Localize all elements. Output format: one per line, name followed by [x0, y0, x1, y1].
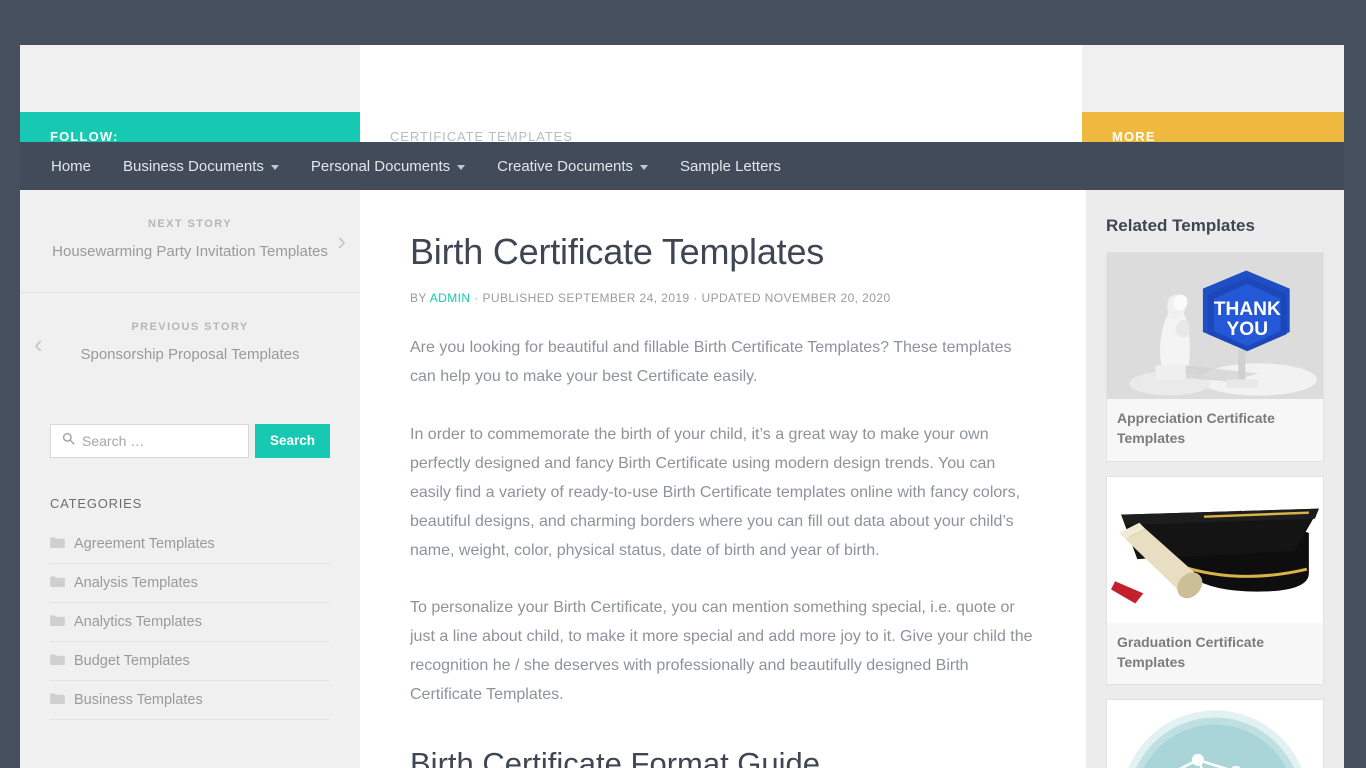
nav-label: Personal Documents — [310, 157, 451, 175]
nav-item-creative-documents[interactable]: Creative Documents — [481, 142, 664, 190]
related-card-caption: Appreciation Certificate Templates — [1117, 410, 1275, 447]
meta-by: BY — [410, 291, 430, 306]
nav-item-business-documents[interactable]: Business Documents — [107, 142, 295, 190]
content-columns: NEXT STORY Housewarming Party Invitation… — [20, 190, 1344, 768]
category-item-analytics-templates[interactable]: Analytics Templates — [50, 603, 330, 642]
categories-list: Agreement Templates Analysis Templates A… — [20, 525, 360, 720]
main-navigation: Home Business Documents Personal Documen… — [20, 142, 1344, 190]
left-sidebar: NEXT STORY Housewarming Party Invitation… — [20, 190, 360, 768]
previous-story-title: Sponsorship Proposal Templates — [80, 346, 300, 364]
previous-story-link[interactable]: PREVIOUS STORY Sponsorship Proposal Temp… — [20, 292, 360, 395]
page-frame: FOLLOW: CERTIFICATE TEMPLATES MORE Home … — [20, 45, 1344, 768]
next-story-link[interactable]: NEXT STORY Housewarming Party Invitation… — [20, 190, 360, 292]
nav-item-personal-documents[interactable]: Personal Documents — [295, 142, 481, 190]
folder-icon — [50, 614, 65, 630]
folder-icon — [50, 536, 65, 552]
nav-item-sample-letters[interactable]: Sample Letters — [664, 142, 797, 190]
graduation-cap-icon — [1107, 476, 1323, 623]
article: Birth Certificate Templates BY ADMIN · P… — [360, 190, 1086, 768]
chevron-left-icon: ‹ — [34, 329, 43, 360]
category-label: Business Templates — [74, 691, 203, 708]
category-label: Analytics Templates — [74, 613, 202, 630]
article-paragraph: To personalize your Birth Certificate, y… — [410, 599, 1033, 704]
folder-icon — [50, 575, 65, 591]
thank-you-sign-icon: THANK YOU — [1107, 253, 1323, 399]
nav-label: Home — [51, 157, 92, 175]
article-paragraph: In order to commemorate the birth of you… — [410, 425, 1021, 559]
search-form: Search — [20, 396, 360, 458]
search-box[interactable] — [50, 423, 249, 458]
related-card-graduation[interactable]: Graduation Certificate Templates — [1106, 475, 1324, 686]
nav-label: Sample Letters — [680, 157, 781, 175]
nav-label: Business Documents — [123, 157, 264, 175]
related-card-network[interactable] — [1106, 699, 1324, 768]
screen: FOLLOW: CERTIFICATE TEMPLATES MORE Home … — [0, 0, 1366, 768]
search-button[interactable]: Search — [254, 423, 330, 458]
nav-label: Creative Documents — [497, 157, 634, 175]
folder-icon — [50, 692, 65, 708]
nav-item-home[interactable]: Home — [20, 142, 107, 190]
chevron-down-icon — [270, 164, 279, 170]
related-card-appreciation[interactable]: THANK YOU Appreciation Certificate Templ… — [1106, 252, 1324, 462]
related-templates-heading: Related Templates — [1106, 216, 1255, 235]
main-content: Birth Certificate Templates BY ADMIN · P… — [360, 190, 1086, 768]
chevron-down-icon — [457, 164, 466, 170]
chevron-down-icon — [640, 164, 649, 170]
network-nodes-icon — [1107, 700, 1323, 768]
meta-dates: · PUBLISHED SEPTEMBER 24, 2019 · UPDATED… — [470, 291, 891, 306]
search-icon — [62, 432, 75, 450]
category-item-budget-templates[interactable]: Budget Templates — [50, 642, 330, 681]
category-item-agreement-templates[interactable]: Agreement Templates — [50, 525, 330, 564]
next-story-title: Housewarming Party Invitation Templates — [52, 243, 328, 260]
author-link[interactable]: ADMIN — [430, 291, 471, 305]
svg-text:YOU: YOU — [1227, 319, 1269, 340]
next-story-kicker: NEXT STORY — [148, 218, 232, 230]
category-item-business-templates[interactable]: Business Templates — [50, 681, 330, 720]
related-templates-widget: Related Templates THANK YOU Appreciation… — [1086, 190, 1344, 768]
article-meta: BY ADMIN · PUBLISHED SEPTEMBER 24, 2019 … — [410, 291, 1036, 305]
right-sidebar: Related Templates THANK YOU Appreciation… — [1086, 190, 1344, 768]
category-item-analysis-templates[interactable]: Analysis Templates — [50, 564, 330, 603]
search-input[interactable] — [82, 432, 248, 449]
folder-icon — [50, 653, 65, 669]
svg-text:THANK: THANK — [1214, 299, 1281, 320]
previous-story-kicker: PREVIOUS STORY — [131, 321, 249, 334]
article-paragraph: Are you looking for beautiful and fillab… — [410, 339, 1012, 386]
page-title: Birth Certificate Templates — [410, 231, 825, 272]
category-label: Budget Templates — [74, 652, 190, 669]
related-card-caption: Graduation Certificate Templates — [1117, 633, 1265, 670]
chevron-right-icon: › — [337, 226, 346, 257]
categories-heading: CATEGORIES — [50, 495, 143, 511]
section-heading: Birth Certificate Format Guide — [410, 745, 821, 768]
category-label: Agreement Templates — [74, 535, 215, 552]
category-label: Analysis Templates — [74, 574, 198, 591]
